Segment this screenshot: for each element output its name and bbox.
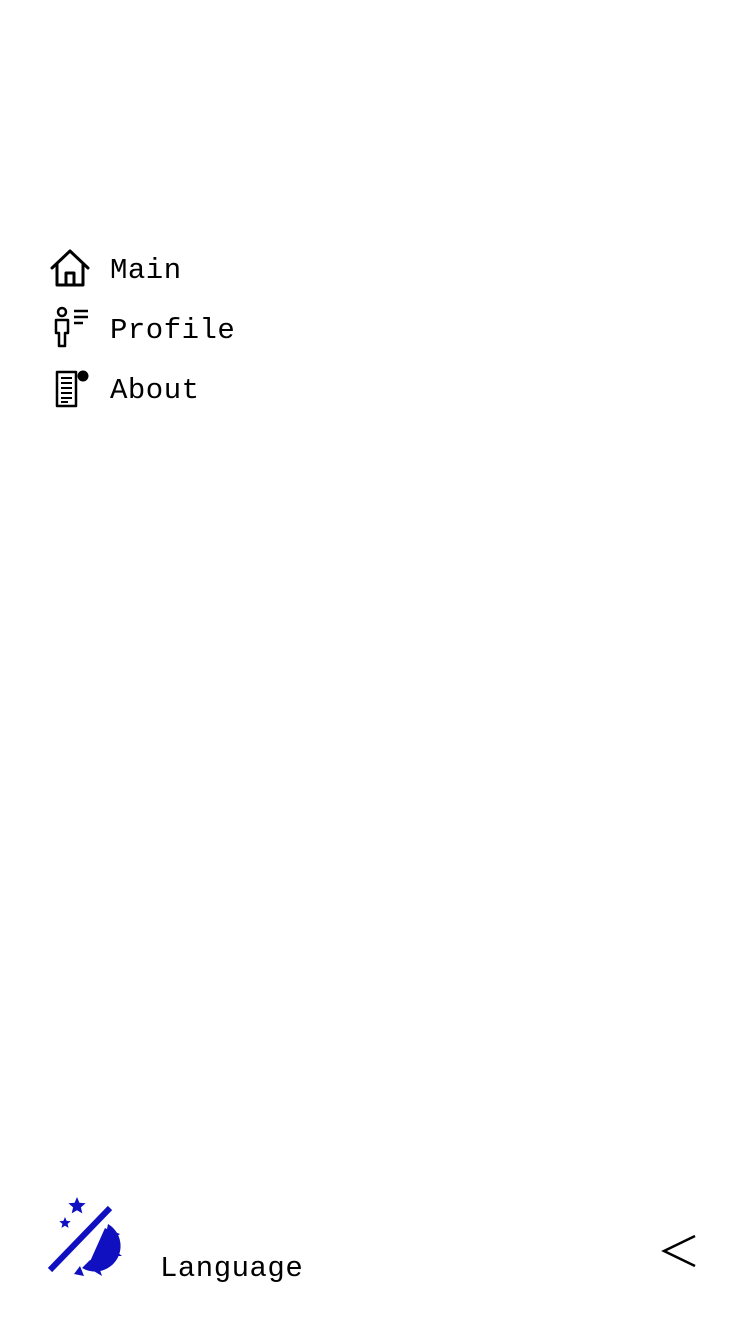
menu-item-about[interactable]: About xyxy=(48,358,448,418)
menu-label-profile: Profile xyxy=(110,313,236,347)
profile-list-icon xyxy=(48,306,92,350)
chevron-left-icon xyxy=(661,1234,696,1268)
day-night-toggle-button[interactable] xyxy=(38,1194,124,1280)
side-menu: Main Profile About xyxy=(48,238,448,418)
home-icon xyxy=(48,246,92,290)
language-link[interactable]: Language xyxy=(160,1254,303,1283)
menu-item-main[interactable]: Main xyxy=(48,238,448,298)
menu-item-profile[interactable]: Profile xyxy=(48,298,448,358)
back-button[interactable] xyxy=(658,1230,702,1274)
document-notification-icon xyxy=(48,366,92,410)
bottom-bar: Language xyxy=(0,1190,750,1290)
day-night-toggle-icon xyxy=(45,1197,122,1276)
menu-label-about: About xyxy=(110,373,200,407)
menu-label-main: Main xyxy=(110,253,182,287)
